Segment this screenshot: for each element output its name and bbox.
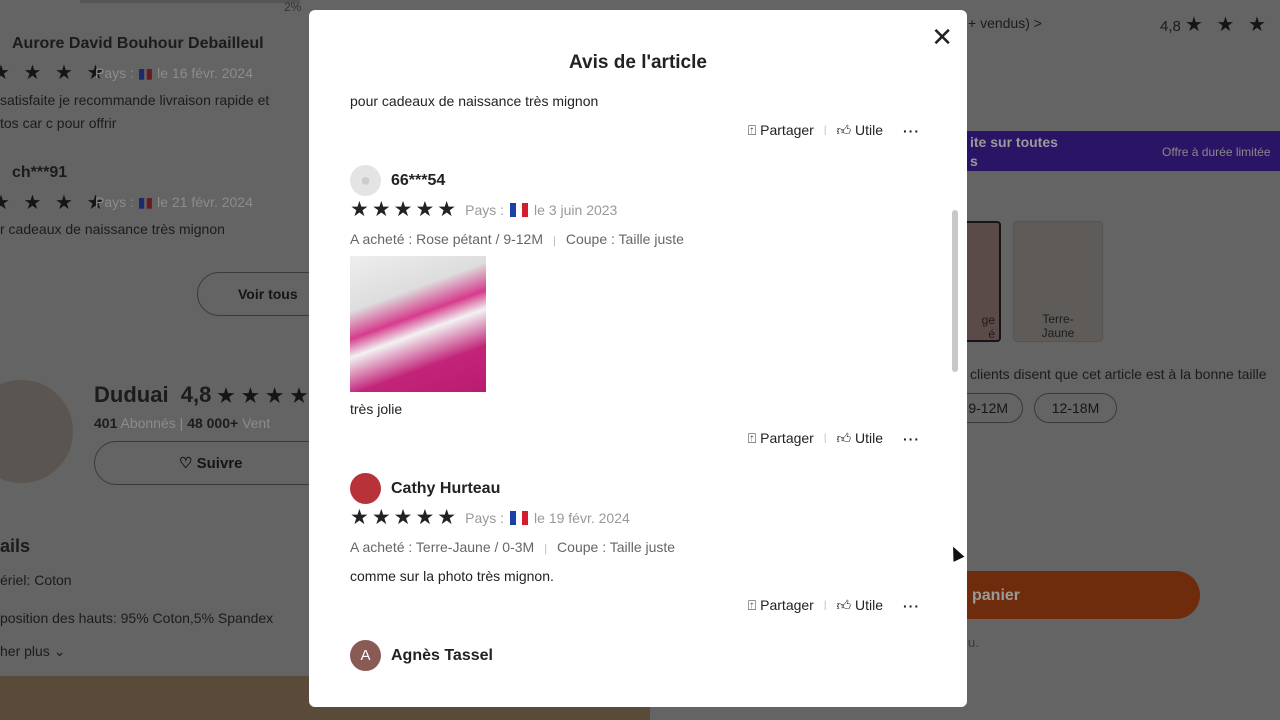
purchased-variant: A acheté : Rose pétant / 9-12M xyxy=(350,231,544,247)
share-icon: ⍐ xyxy=(747,430,757,446)
followers-count: 401 xyxy=(94,415,118,431)
share-icon: ⍐ xyxy=(747,122,757,138)
variant-terre-jaune[interactable]: Terre- Jaune xyxy=(1013,221,1103,342)
fit-info: Coupe : Taille juste xyxy=(557,539,676,555)
sales-count: 48 000+ xyxy=(187,415,239,431)
review-actions: ⍐ Partager | 👍︎ Utile ··· xyxy=(747,430,920,447)
review-date: le 19 févr. 2024 xyxy=(534,509,630,526)
fit-summary: clients disent que cet article est à la … xyxy=(970,366,1267,382)
avatar: A xyxy=(350,640,381,671)
review-actions: ⍐ Partager | 👍︎ Utile ··· xyxy=(747,597,920,614)
thumbs-up-icon: 👍︎ xyxy=(836,430,852,446)
review-text: comme sur la photo très mignon. xyxy=(350,568,554,584)
review-date: le 21 févr. 2024 xyxy=(157,194,253,210)
see-all-label: Voir tous xyxy=(238,286,298,302)
france-flag-icon xyxy=(510,510,529,525)
size-label: 9-12M xyxy=(968,400,1008,416)
promo-banner: ite sur toutes s Offre à durée limitée xyxy=(967,131,1280,171)
reviewer-name: ch***91 xyxy=(12,164,68,181)
share-button[interactable]: ⍐ Partager xyxy=(748,597,814,614)
more-options-button[interactable]: ··· xyxy=(903,598,920,614)
country-label: Pays : xyxy=(95,194,134,210)
detail-composition: position des hauts: 95% Coton,5% Spandex xyxy=(0,610,274,626)
france-flag-icon xyxy=(510,202,529,217)
review-rating-line: ★★★★★ Pays : le 19 févr. 2024 xyxy=(350,505,630,530)
review-header: ● 66***54 xyxy=(350,165,445,196)
fit-info: Coupe : Taille juste xyxy=(565,231,684,247)
show-more-label: her plus xyxy=(0,643,50,659)
country-label: Pays : xyxy=(465,509,505,526)
more-options-button[interactable]: ··· xyxy=(903,123,920,139)
scrollbar[interactable] xyxy=(952,210,958,372)
rating-stars: ★ ★ ★ ★ xyxy=(0,62,109,84)
size-12-18m[interactable]: 12-18M xyxy=(1034,393,1117,423)
avatar-letter: A xyxy=(360,647,371,664)
promo-text: s xyxy=(970,153,978,169)
review-photo[interactable] xyxy=(350,256,486,392)
shop-name: Duduai xyxy=(94,382,169,407)
details-title: ails xyxy=(0,536,31,556)
avatar: ● xyxy=(350,165,381,196)
share-button[interactable]: ⍐ Partager xyxy=(748,122,814,139)
review-date: le 3 juin 2023 xyxy=(534,201,618,218)
review-actions: ⍐ Partager | 👍︎ Utile ··· xyxy=(747,122,920,139)
rating-percent: 2% xyxy=(284,0,302,14)
modal-title: Avis de l'article xyxy=(569,52,707,73)
reviewer-name: Aurore David Bouhour Debailleul xyxy=(12,35,264,52)
cart-label: panier xyxy=(972,587,1021,604)
shop-rating: 4,8 xyxy=(180,382,212,407)
purchased-variant: A acheté : Terre-Jaune / 0-3M xyxy=(350,539,535,555)
avatar xyxy=(350,473,381,504)
rating-stars: ★★★★★ xyxy=(350,506,460,529)
show-more-link[interactable]: her plus ⌄ xyxy=(0,643,65,660)
review-text: r cadeaux de naissance très mignon xyxy=(0,221,225,237)
reviewer-name: Agnès Tassel xyxy=(391,646,493,664)
review-text: très jolie xyxy=(350,401,403,417)
share-label: Partager xyxy=(760,122,814,138)
size-label: 12-18M xyxy=(1051,400,1100,416)
review-text: pour cadeaux de naissance très mignon xyxy=(350,93,599,109)
more-options-button[interactable]: ··· xyxy=(903,431,920,447)
rating-bar xyxy=(80,0,300,3)
followers-label: Abonnés xyxy=(120,415,176,431)
rating-stars: ★★★★★ xyxy=(350,198,460,221)
useful-button[interactable]: 👍︎ Utile xyxy=(836,122,883,139)
product-rating: 4,8 xyxy=(1160,18,1181,35)
sales-label: Vent xyxy=(242,415,271,431)
share-label: Partager xyxy=(760,430,814,446)
reviews-modal: Avis de l'article ✕ pour cadeaux de nais… xyxy=(309,10,967,707)
review-header: A Agnès Tassel xyxy=(350,640,493,671)
close-icon[interactable]: ✕ xyxy=(931,22,953,53)
reviewer-name: Cathy Hurteau xyxy=(391,479,501,497)
promo-limited: Offre à durée limitée xyxy=(1162,145,1271,159)
reviewer-name: 66***54 xyxy=(391,171,446,189)
shop-stars: ★ ★ ★ ★ xyxy=(217,386,309,407)
detail-material: ériel: Coton xyxy=(0,572,72,588)
share-icon: ⍐ xyxy=(747,597,757,613)
shop-avatar xyxy=(0,380,73,483)
country-label: Pays : xyxy=(95,65,134,81)
heart-icon: ♡ xyxy=(179,455,197,472)
useful-label: Utile xyxy=(854,430,883,446)
share-button[interactable]: ⍐ Partager xyxy=(748,430,814,447)
thumbs-up-icon: 👍︎ xyxy=(836,122,852,138)
rating-stars: ★ ★ ★ ★ xyxy=(0,192,109,214)
sold-link[interactable]: + vendus) > xyxy=(968,15,1042,31)
review-rating-line: ★★★★★ Pays : le 3 juin 2023 xyxy=(350,197,617,222)
cart-note: u. xyxy=(968,635,979,650)
useful-label: Utile xyxy=(854,597,883,613)
thumbs-up-icon: 👍︎ xyxy=(836,597,852,613)
useful-button[interactable]: 👍︎ Utile xyxy=(836,430,883,447)
useful-label: Utile xyxy=(854,122,883,138)
review-header: Cathy Hurteau xyxy=(350,473,500,504)
product-stars: ★ ★ ★ ★ ★ xyxy=(1185,14,1280,36)
review-text: tos car c pour offrir xyxy=(0,115,117,131)
useful-button[interactable]: 👍︎ Utile xyxy=(836,597,883,614)
review-date: le 16 févr. 2024 xyxy=(157,65,253,81)
country-label: Pays : xyxy=(465,201,505,218)
share-label: Partager xyxy=(760,597,814,613)
promo-text: ite sur toutes xyxy=(970,134,1058,150)
review-text: satisfaite je recommande livraison rapid… xyxy=(0,92,270,108)
follow-label: Suivre xyxy=(196,454,243,472)
